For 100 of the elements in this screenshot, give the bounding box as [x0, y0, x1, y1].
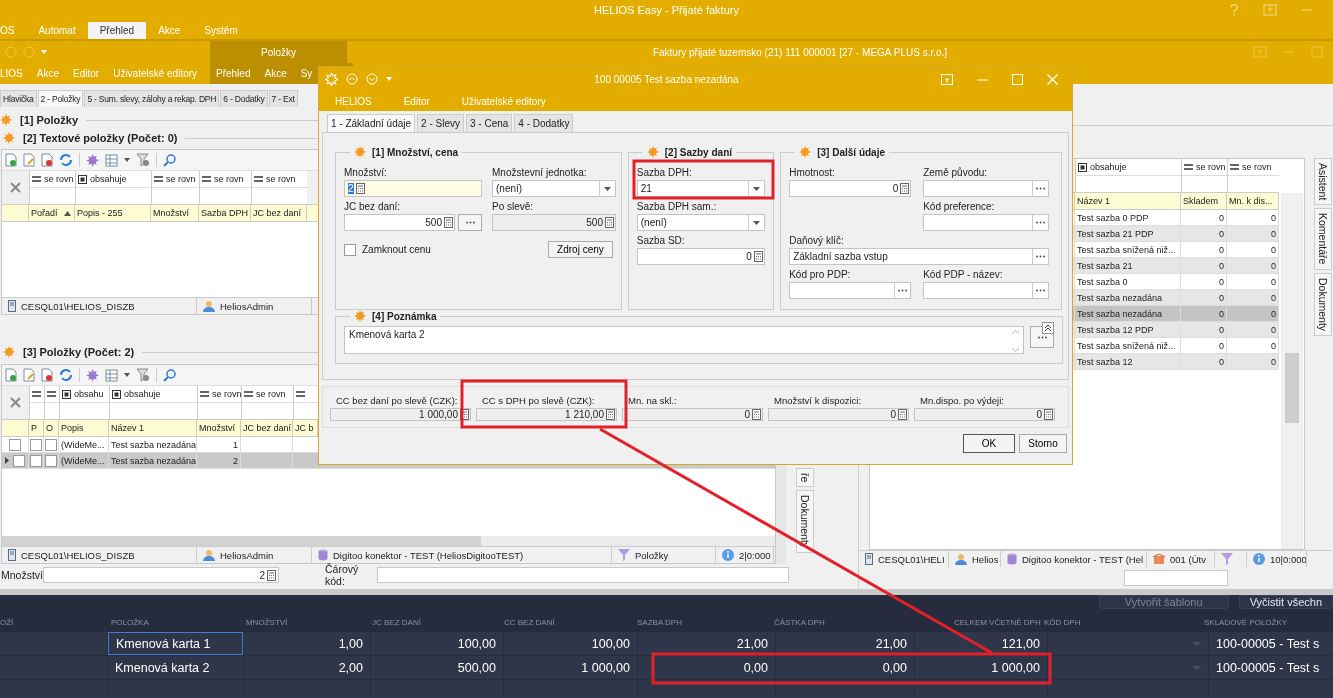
- page-add-icon[interactable]: [5, 153, 17, 167]
- filter-input[interactable]: [30, 403, 44, 419]
- filter-operator[interactable]: se rovn: [152, 171, 199, 188]
- filter-input[interactable]: [30, 188, 75, 204]
- columns-icon[interactable]: [105, 368, 118, 382]
- side-tab[interactable]: Dokumenty: [1314, 272, 1332, 336]
- input-field[interactable]: 2: [344, 180, 482, 197]
- action-button[interactable]: Vyčistit všechn: [1238, 595, 1333, 609]
- price-source-button[interactable]: Zdroj ceny: [548, 241, 613, 258]
- filter-clear-icon[interactable]: [136, 368, 150, 382]
- input-field[interactable]: [923, 180, 1050, 197]
- filter-input[interactable]: [60, 403, 109, 419]
- tab[interactable]: 5 - Sum. slevy, zálohy a rekap. DPH: [84, 90, 220, 107]
- filter-input[interactable]: [1076, 176, 1181, 192]
- checkbox[interactable]: [45, 438, 57, 451]
- input-field[interactable]: 0: [622, 408, 763, 421]
- calculator-icon[interactable]: [267, 569, 276, 581]
- page-edit-icon[interactable]: [23, 153, 35, 167]
- caret-icon[interactable]: [604, 186, 611, 191]
- side-tab[interactable]: Komentáře: [1314, 208, 1332, 270]
- columns-icon[interactable]: [105, 153, 118, 167]
- calculator-icon[interactable]: [605, 217, 614, 228]
- input-field[interactable]: 21: [636, 180, 765, 197]
- gear-icon[interactable]: [86, 368, 99, 382]
- gear-icon[interactable]: [325, 72, 338, 86]
- column-header[interactable]: Pořadí: [29, 205, 75, 221]
- page-edit-icon[interactable]: [23, 368, 35, 382]
- collapse-icon[interactable]: [1042, 322, 1054, 334]
- calculator-icon[interactable]: [753, 251, 763, 262]
- filter-operator[interactable]: se rovn: [198, 386, 241, 403]
- column-header[interactable]: Mn. k dis...: [1227, 193, 1279, 209]
- tab[interactable]: 2 - Položky: [37, 90, 84, 107]
- dropdown-cell[interactable]: [1048, 656, 1208, 679]
- caret-icon[interactable]: [752, 186, 760, 191]
- input-field[interactable]: Základní sazba vstup: [789, 248, 1050, 265]
- filter-operator[interactable]: obsahuje: [1076, 159, 1181, 176]
- note-field[interactable]: Kmenová karta 2: [344, 326, 1024, 354]
- filter-input[interactable]: [1182, 176, 1227, 192]
- column-header[interactable]: JC bez daní: [251, 205, 307, 221]
- column-header[interactable]: Popis: [59, 420, 109, 436]
- filter-operator[interactable]: se rovn: [242, 386, 293, 403]
- input-field[interactable]: [377, 567, 789, 583]
- filter-operator[interactable]: se rovn: [1228, 159, 1279, 176]
- input-field[interactable]: 0: [789, 180, 912, 197]
- filter-input[interactable]: [200, 188, 251, 204]
- filter-operator[interactable]: obsahuje: [76, 171, 151, 188]
- filter-input[interactable]: [76, 188, 151, 204]
- filter-operator[interactable]: se rovn: [1182, 159, 1227, 176]
- table-cell[interactable]: Kmenová karta 2: [108, 656, 243, 679]
- checkbox[interactable]: [9, 438, 21, 451]
- input-field[interactable]: 1 210,00: [476, 408, 617, 421]
- input-field[interactable]: [923, 214, 1050, 231]
- column-header[interactable]: Skladem: [1181, 193, 1227, 209]
- calculator-icon[interactable]: [355, 183, 365, 194]
- filter-input[interactable]: [198, 403, 241, 419]
- checkbox-label[interactable]: Zamknout cenu: [344, 243, 431, 256]
- menu-item[interactable]: Přehled: [87, 22, 147, 39]
- filter-operator[interactable]: obsahu: [60, 386, 109, 403]
- dialog-button[interactable]: Storno: [1019, 434, 1067, 453]
- ellipsis-icon[interactable]: [1036, 289, 1046, 292]
- column-header[interactable]: JC bez daní: [241, 420, 293, 436]
- caret-icon[interactable]: [124, 158, 130, 162]
- column-header[interactable]: Název 1: [109, 420, 197, 436]
- input-field[interactable]: 0: [914, 408, 1055, 421]
- column-header[interactable]: P: [29, 420, 44, 436]
- table-cell[interactable]: Kmenová karta 1: [108, 632, 243, 655]
- caret-icon[interactable]: [752, 220, 760, 225]
- calculator-icon[interactable]: [900, 183, 910, 194]
- tab[interactable]: 2 - Slevy: [417, 114, 464, 132]
- page-delete-icon[interactable]: [41, 368, 53, 382]
- filter-input[interactable]: [152, 188, 199, 204]
- clear-filter-icon[interactable]: [10, 182, 21, 193]
- input-field[interactable]: [789, 282, 912, 299]
- column-header[interactable]: Popis - 255: [75, 205, 151, 221]
- checkbox[interactable]: [45, 454, 57, 467]
- tab[interactable]: 6 - Dodatky: [220, 90, 268, 107]
- input-field[interactable]: 2: [43, 567, 279, 583]
- filter-operator[interactable]: [294, 386, 318, 403]
- calculator-icon[interactable]: [606, 409, 615, 420]
- column-header[interactable]: O: [44, 420, 59, 436]
- refresh-icon[interactable]: [59, 368, 73, 382]
- dropdown-icon[interactable]: [41, 49, 47, 55]
- input-field[interactable]: 500: [344, 214, 455, 231]
- horizontal-scrollbar[interactable]: [2, 536, 775, 546]
- ellipsis-icon[interactable]: [1036, 187, 1046, 190]
- ellipsis-icon[interactable]: [898, 289, 908, 292]
- input-field[interactable]: (není): [636, 214, 765, 231]
- gear-icon[interactable]: [86, 153, 99, 167]
- filter-operator[interactable]: [45, 386, 59, 403]
- vertical-scrollbar[interactable]: [1281, 193, 1303, 549]
- refresh-icon[interactable]: [59, 153, 73, 167]
- input-field[interactable]: 1 000,00: [330, 408, 471, 421]
- filter-operator[interactable]: se rovn: [30, 171, 75, 188]
- filter-operator[interactable]: se rovn: [252, 171, 307, 188]
- input-field[interactable]: (není): [492, 180, 616, 197]
- page-add-icon[interactable]: [5, 368, 17, 382]
- column-header[interactable]: Množství: [151, 205, 199, 221]
- checkbox[interactable]: [13, 454, 25, 467]
- filter-input[interactable]: [242, 403, 293, 419]
- close-icon[interactable]: [1047, 73, 1058, 85]
